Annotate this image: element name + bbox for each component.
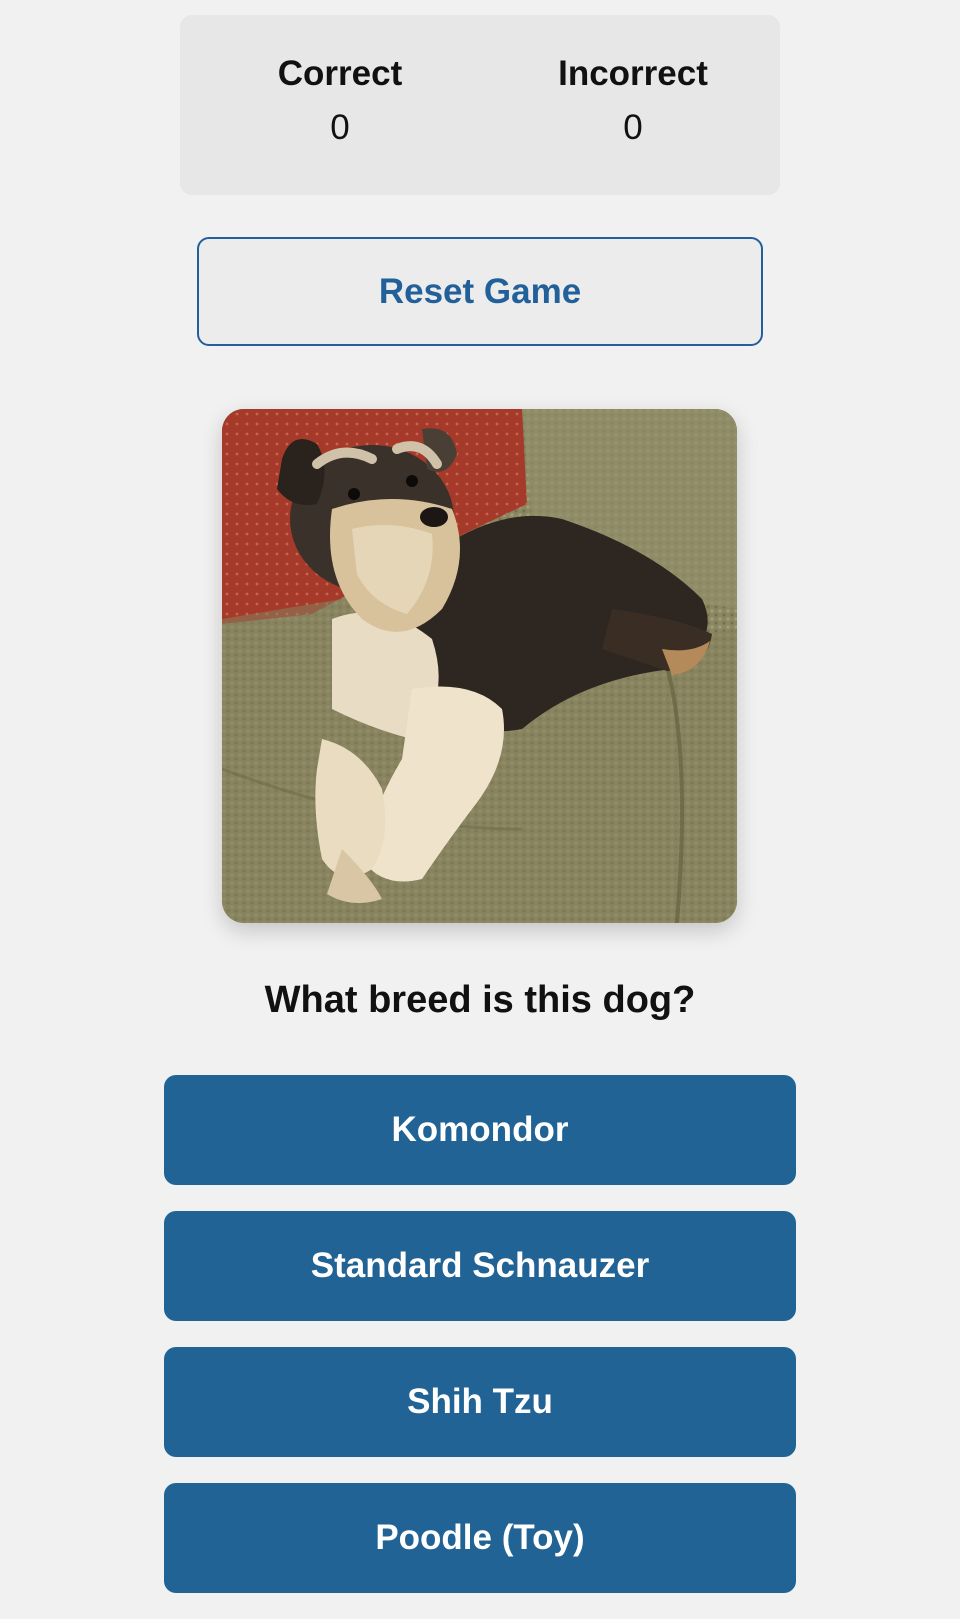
answer-option-shih-tzu[interactable]: Shih Tzu	[164, 1347, 796, 1457]
dog-photo	[222, 409, 737, 923]
question-prompt: What breed is this dog?	[264, 979, 696, 1021]
answer-option-komondor[interactable]: Komondor	[164, 1075, 796, 1185]
dog-photo-illustration	[222, 409, 737, 923]
answer-options: Komondor Standard Schnauzer Shih Tzu Poo…	[164, 1075, 796, 1619]
reset-game-button[interactable]: Reset Game	[197, 237, 763, 346]
incorrect-label: Incorrect	[558, 54, 708, 93]
correct-count: 0	[330, 108, 350, 147]
answer-option-standard-schnauzer[interactable]: Standard Schnauzer	[164, 1211, 796, 1321]
incorrect-score: Incorrect 0	[480, 53, 786, 149]
correct-score: Correct 0	[180, 53, 500, 149]
correct-label: Correct	[277, 54, 403, 93]
incorrect-count: 0	[623, 108, 643, 147]
score-panel: Correct 0 Incorrect 0	[180, 15, 780, 195]
answer-option-poodle-toy[interactable]: Poodle (Toy)	[164, 1483, 796, 1593]
